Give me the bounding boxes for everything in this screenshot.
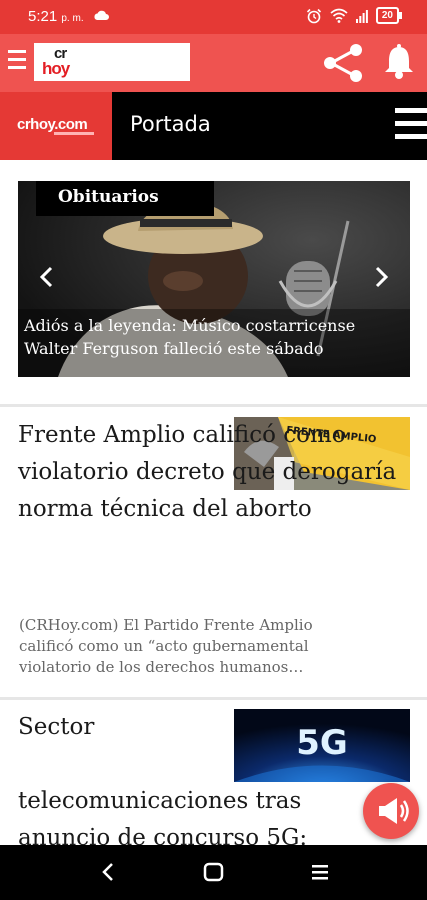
cloud-icon	[94, 10, 109, 20]
status-time: 5:21 p. m.	[28, 8, 84, 25]
wifi-icon	[330, 8, 348, 23]
article-item[interactable]: FRENTE AMPLIO Frente Amplio calificó com…	[0, 407, 427, 697]
section-bar: crhoy.com Portada	[0, 92, 427, 160]
speaker-button[interactable]	[363, 783, 419, 839]
article-title: Frente Amplio calificó como violatorio d…	[18, 417, 398, 528]
section-logo-text: crhoy.com	[17, 116, 88, 133]
chevron-left-icon[interactable]	[38, 265, 56, 289]
featured-story[interactable]: Obituarios Adiós a la leyenda: Músico co…	[18, 181, 410, 377]
article-summary: (CRHoy.com) El Partido Frente Amplio cal…	[19, 616, 313, 676]
back-icon[interactable]	[100, 861, 116, 883]
section-logo[interactable]: crhoy.com	[0, 92, 112, 160]
app-logo[interactable]: cr hoy	[34, 43, 190, 81]
featured-caption: Adiós a la leyenda: Músico costarricense…	[24, 316, 356, 358]
battery-indicator: 20	[375, 7, 403, 24]
bell-icon[interactable]	[382, 44, 416, 80]
recents-icon[interactable]	[310, 861, 330, 883]
status-ampm: p. m.	[61, 13, 84, 24]
signal-icon	[355, 9, 368, 23]
featured-tag[interactable]: Obituarios	[36, 181, 214, 216]
status-icons: 20	[306, 7, 403, 24]
app-bar: cr hoy	[0, 34, 427, 92]
article-title-text: Frente Amplio calificó como violatorio d…	[18, 422, 397, 522]
home-icon[interactable]	[203, 861, 225, 883]
system-nav-bar	[0, 845, 427, 900]
megaphone-icon	[379, 798, 409, 824]
alarm-icon	[306, 8, 321, 23]
menu-button[interactable]	[8, 50, 26, 72]
5g-image: 5G	[234, 709, 410, 782]
share-icon[interactable]	[322, 44, 364, 82]
hamburger-icon[interactable]	[395, 108, 427, 144]
logo-line2: hoy	[42, 59, 70, 78]
status-bar: 5:21 p. m. 20	[0, 0, 427, 34]
thumb-5g-text: 5G	[296, 723, 348, 763]
chevron-right-icon[interactable]	[372, 265, 390, 289]
section-title: Portada	[130, 112, 211, 136]
status-time-value: 5:21	[28, 8, 58, 25]
section-logo-underline	[54, 132, 94, 135]
logo-text: cr hoy	[42, 46, 70, 78]
article-thumbnail: 5G	[234, 709, 410, 782]
article-title: Sector	[18, 709, 218, 746]
article-title-text-continued: telecomunicaciones tras anuncio de concu…	[18, 788, 308, 851]
article-title-text: Sector	[18, 714, 95, 740]
